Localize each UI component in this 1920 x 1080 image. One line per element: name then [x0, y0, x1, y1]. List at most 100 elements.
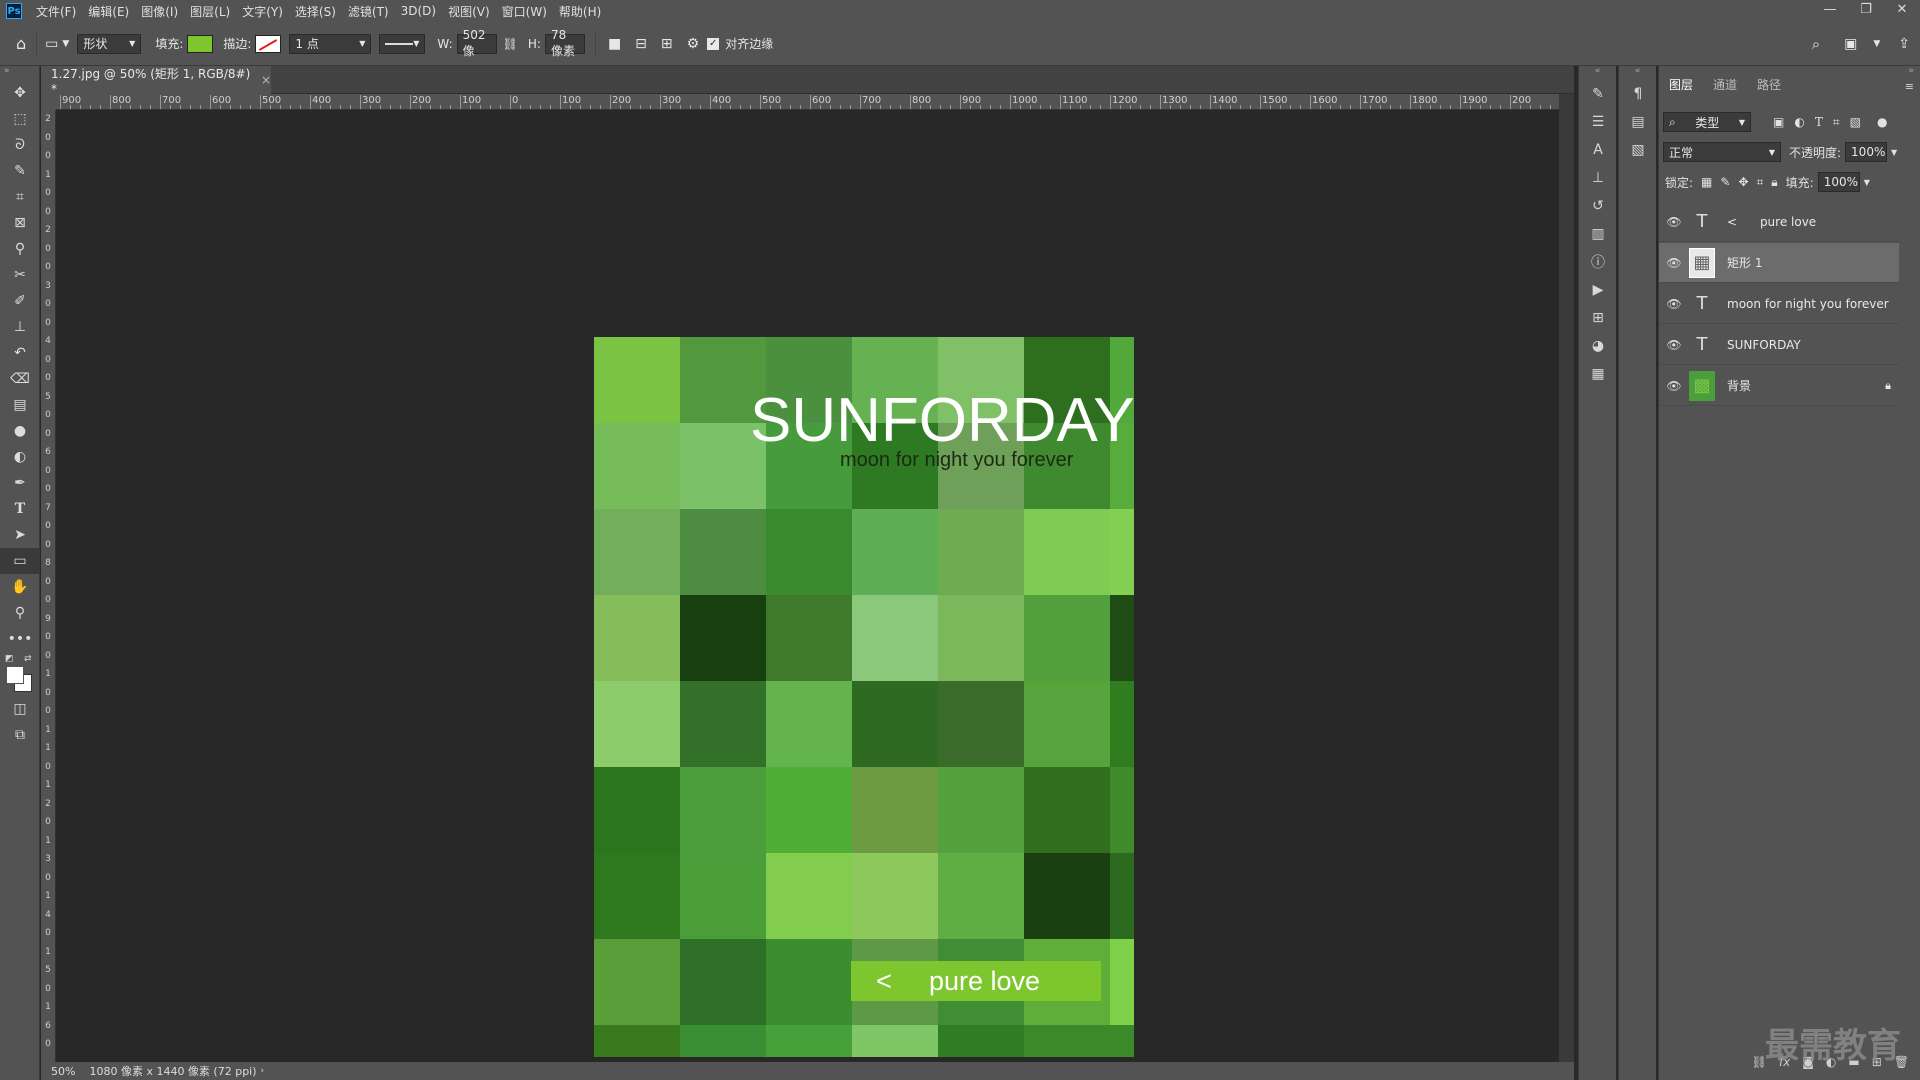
filter-shape-icon[interactable]: ⌗ [1833, 115, 1840, 130]
tool-preset-picker[interactable]: ▭ ▼ [45, 36, 69, 52]
character-icon[interactable]: A [1579, 136, 1617, 164]
menu-layer[interactable]: 图层(L) [184, 3, 236, 20]
menu-view[interactable]: 视图(V) [442, 3, 496, 20]
lock-all-icon[interactable]: 🔒︎ [1771, 175, 1777, 190]
layer-row-moon-text[interactable]: 👁︎ T moon for night you forever [1659, 284, 1899, 324]
opacity-input[interactable]: 100% [1845, 142, 1888, 162]
chevron-down-icon[interactable]: ▼ [1864, 178, 1870, 187]
pen-tool-icon[interactable]: ✒ [0, 470, 40, 496]
history-brush-tool-icon[interactable]: ↶ [0, 340, 40, 366]
stroke-size-field[interactable]: 1 点 ▼ [289, 33, 372, 54]
default-colors-icon[interactable]: ◩ [5, 654, 14, 664]
fill-input[interactable]: 100% [1817, 172, 1860, 192]
horizontal-ruler[interactable]: 900 800 700 600 500 400 300 200 100 0 100 200 300 400… [56, 94, 1559, 110]
move-tool-icon[interactable]: ✥ [0, 80, 40, 106]
adjustments-icon[interactable]: ☰ [1579, 108, 1617, 136]
document-info[interactable]: 1080 像素 x 1440 像素 (72 ppi) [89, 1063, 256, 1079]
height-input[interactable]: 78 像素 [544, 28, 585, 58]
layer-row-pure-love[interactable]: 👁︎ T < pure love [1659, 202, 1899, 242]
hand-tool-icon[interactable]: ✋ [0, 574, 40, 600]
poster-subtitle[interactable]: moon for night you forever [840, 449, 1073, 472]
marquee-tool-icon[interactable]: ⬚ [0, 106, 40, 132]
stroke-color-swatch[interactable] [255, 34, 282, 53]
collapse-icon[interactable]: » [1908, 66, 1914, 76]
tab-layers[interactable]: 图层 [1659, 76, 1703, 98]
canvas-area[interactable]: SUNFORDAY moon for night you forever < p… [56, 110, 1559, 1062]
width-input[interactable]: 502 像 [456, 28, 497, 58]
blur-tool-icon[interactable]: ● [0, 418, 40, 444]
ruler-origin[interactable] [41, 94, 56, 110]
swatches-icon[interactable]: ⊞ [1579, 304, 1617, 332]
visibility-eye-icon[interactable]: 👁︎ [1659, 256, 1689, 270]
path-select-tool-icon[interactable]: ➤ [0, 522, 40, 548]
menu-3d[interactable]: 3D(D) [395, 4, 442, 18]
color-swatches[interactable]: ◩ ⇄ [0, 652, 39, 696]
poster-title[interactable]: SUNFORDAY [750, 385, 1134, 456]
menu-select[interactable]: 选择(S) [289, 3, 342, 20]
healing-tool-icon[interactable]: ✂ [0, 262, 40, 288]
chevron-down-icon[interactable]: ▼ [1891, 148, 1897, 157]
color-icon[interactable]: ◕ [1579, 332, 1617, 360]
layer-row-rectangle-1[interactable]: 👁︎ ▦ 矩形 1 [1659, 243, 1899, 283]
gear-icon[interactable]: ⚙ [687, 36, 700, 52]
more-tools-icon[interactable]: ••• [0, 626, 40, 652]
chevron-right-icon[interactable]: › [261, 1066, 265, 1076]
search-icon[interactable]: ⌕ [1812, 35, 1820, 53]
close-tab-icon[interactable]: × [261, 73, 271, 87]
share-icon[interactable]: ⇪ [1898, 36, 1910, 52]
filter-toggle-icon[interactable]: ● [1877, 115, 1887, 129]
collapse-icon[interactable]: » [0, 66, 39, 80]
path-alignment-icon[interactable]: ⊟ [635, 36, 647, 52]
info-icon[interactable]: ⓘ [1579, 248, 1617, 276]
lock-transparent-icon[interactable]: ▦ [1701, 175, 1712, 189]
visibility-eye-icon[interactable]: 👁︎ [1659, 338, 1689, 352]
table-icon[interactable]: ▦ [1579, 360, 1617, 388]
zoom-level[interactable]: 50% [51, 1065, 75, 1078]
history-icon[interactable]: ↺ [1579, 192, 1617, 220]
link-icon[interactable]: ⛓ [503, 37, 518, 51]
brush-tool-icon[interactable]: ✐ [0, 288, 40, 314]
stamp-tool-icon[interactable]: ⊥ [0, 314, 40, 340]
home-icon[interactable]: ⌂ [16, 34, 26, 53]
document-canvas[interactable]: SUNFORDAY moon for night you forever < p… [594, 337, 1134, 1057]
filter-pixel-icon[interactable]: ▣ [1773, 115, 1784, 129]
swap-colors-icon[interactable]: ⇄ [24, 654, 32, 664]
vertical-ruler[interactable]: 2 0 0 1 0 0 2 0 0 3 0 0 4 0 0 5 0 0 6 0 0 7 0 0 8 0 0 9 0 0 1 0 0 1 1 0 1 2 0 1… [41, 110, 56, 1062]
visibility-eye-icon[interactable]: 👁︎ [1659, 297, 1689, 311]
lasso-tool-icon[interactable]: ᘐ [0, 132, 40, 158]
type-tool-icon[interactable]: T [0, 496, 40, 522]
brush-settings-icon[interactable]: ✎ [1579, 80, 1617, 108]
lock-image-icon[interactable]: ✎ [1720, 175, 1730, 189]
gradient-tool-icon[interactable]: ▤ [0, 392, 40, 418]
clone-source-icon[interactable]: ⊥ [1579, 164, 1617, 192]
filter-smart-object-icon[interactable]: ▧ [1850, 115, 1861, 129]
menu-filter[interactable]: 滤镜(T) [342, 3, 395, 20]
menu-image[interactable]: 图像(I) [135, 3, 184, 20]
actions-icon[interactable]: ▶ [1579, 276, 1617, 304]
path-arrangement-icon[interactable]: ⊞ [661, 36, 673, 52]
path-operations-icon[interactable]: ■ [608, 36, 621, 52]
zoom-tool-icon[interactable]: ⚲ [0, 600, 40, 626]
tab-paths[interactable]: 路径 [1747, 76, 1791, 98]
rectangle-1-shape[interactable]: < pure love [851, 961, 1101, 1001]
close-button[interactable]: ✕ [1884, 0, 1920, 22]
quick-mask-icon[interactable]: ◫ [0, 696, 40, 722]
visibility-eye-icon[interactable]: 👁︎ [1659, 379, 1689, 393]
menu-edit[interactable]: 编辑(E) [82, 3, 135, 20]
eraser-tool-icon[interactable]: ⌫ [0, 366, 40, 392]
screen-mode-icon[interactable]: ⧉ [0, 722, 40, 748]
layer-filter-select[interactable]: ⌕ 类型 ▼ [1663, 112, 1751, 132]
layer-row-background[interactable]: 👁︎ ▩ 背景 🔒︎ [1659, 366, 1899, 406]
panel-menu-icon[interactable]: ≡ [1905, 80, 1914, 93]
filter-adjustment-icon[interactable]: ◐ [1794, 115, 1804, 129]
quick-select-tool-icon[interactable]: ✎ [0, 158, 40, 184]
collapse-icon[interactable]: « [1619, 66, 1656, 80]
menu-file[interactable]: 文件(F) [30, 3, 82, 20]
libraries-icon[interactable]: ▥ [1579, 220, 1617, 248]
document-tab[interactable]: 1.27.jpg @ 50% (矩形 1, RGB/8#) * × [41, 66, 271, 96]
restore-button[interactable]: ❐ [1848, 0, 1884, 22]
vertical-scrollbar[interactable] [1559, 94, 1574, 1062]
menu-type[interactable]: 文字(Y) [236, 3, 289, 20]
lock-position-icon[interactable]: ✥ [1738, 175, 1748, 189]
minimize-button[interactable]: — [1812, 0, 1848, 22]
